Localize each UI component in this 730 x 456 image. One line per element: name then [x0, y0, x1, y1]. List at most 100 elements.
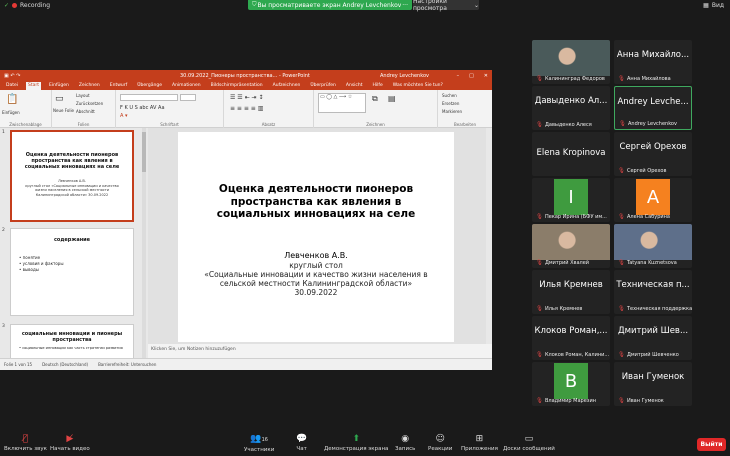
ribbon-group-label: Folien: [77, 122, 90, 127]
slide-title[interactable]: Оценка деятельности пионеров пространств…: [198, 183, 434, 221]
replace-button[interactable]: Ersetzen: [442, 101, 459, 106]
slide-scrollbar[interactable]: [486, 128, 492, 344]
new-slide-icon[interactable]: ▭: [55, 94, 64, 104]
mic-muted-icon: 🎙: [536, 352, 543, 358]
view-settings-button[interactable]: Настройки просмотра ⌄: [413, 0, 479, 12]
participant-label-text: Клоков Роман, Калини...: [544, 352, 610, 358]
select-button[interactable]: Markieren: [442, 109, 462, 114]
thumb-list: • социальные инновации как часть стратег…: [11, 345, 133, 351]
ribbon-group-label: Absatz: [261, 122, 276, 127]
mic-muted-icon: 🎙: [618, 76, 625, 82]
apps-icon: ⊞: [475, 434, 484, 444]
tab-animationen[interactable]: Animationen: [170, 82, 203, 90]
recording-indicator[interactable]: ✓ Recording: [4, 2, 50, 9]
reactions-button[interactable]: ☺ Реакции: [428, 434, 452, 452]
participant-label: 🎙 Владимир Марезин: [536, 398, 596, 404]
participant-label: 🎙 Анна Михайлова: [618, 76, 671, 82]
slide-author[interactable]: Левченков А.В.: [178, 251, 454, 261]
participants-button[interactable]: 👥16 Участники: [244, 434, 274, 453]
participant-tile[interactable]: Andrey Levche... 🎙 Andrey Levchenkov: [614, 86, 692, 130]
participant-tile[interactable]: 🎙 Tatyana Kuznetsova: [614, 224, 692, 268]
tab-entwurf[interactable]: Entwurf: [108, 82, 129, 90]
participant-tile[interactable]: 🎙 Калининград Федоров: [532, 40, 610, 84]
close-icon[interactable]: ✕: [484, 73, 488, 79]
font-color-icon[interactable]: A ▾: [120, 113, 128, 119]
mic-muted-icon: 🎙̸: [22, 434, 29, 444]
current-slide[interactable]: Оценка деятельности пионеров пространств…: [178, 132, 454, 342]
list-icons[interactable]: ☰ ☰ ⇤ ⇥ ↕: [230, 94, 263, 101]
find-button[interactable]: Suchen: [442, 93, 457, 98]
participant-tile[interactable]: Elena Kropinova: [532, 132, 610, 176]
leave-button[interactable]: Выйти: [697, 438, 726, 451]
tab-einfuegen[interactable]: Einfügen: [47, 82, 71, 90]
list-item: • социальные инновации как часть стратег…: [19, 346, 123, 350]
participant-tile[interactable]: Давыденко Ал... 🎙 Давыденко Алеся: [532, 86, 610, 130]
tab-datei[interactable]: Datei: [4, 82, 20, 90]
participant-tile[interactable]: Дмитрий Шев... 🎙 Дмитрий Шевченко: [614, 316, 692, 360]
reset-button[interactable]: Zurücksetzen: [76, 101, 103, 106]
tab-zeichnen[interactable]: Zeichnen: [77, 82, 102, 90]
participant-avatar: В: [554, 363, 588, 399]
participant-tile[interactable]: 🎙 Дмитрий Хвалей: [532, 224, 610, 268]
participant-tile[interactable]: I 🎙 Пекар Ирина (БФУ им...: [532, 178, 610, 222]
mic-muted-icon: 🎙: [536, 398, 543, 404]
thumbnails-scrollbar[interactable]: [142, 128, 146, 358]
participant-tile[interactable]: Илья Кремнев 🎙 Илья Кремнев: [532, 270, 610, 314]
more-icon[interactable]: ···: [402, 2, 408, 9]
participant-tile[interactable]: Сергей Орехов 🎙 Сергей Орехов: [614, 132, 692, 176]
font-name-select[interactable]: [120, 94, 178, 101]
ribbon-tabs: Datei Start Einfügen Zeichnen Entwurf Üb…: [0, 81, 492, 90]
tell-me-search[interactable]: Was möchten Sie tun?: [391, 82, 445, 90]
slide-thumbnail-2[interactable]: содержание • понятие • условия и факторы…: [10, 228, 134, 316]
participant-tile[interactable]: Анна Михайло... 🎙 Анна Михайлова: [614, 40, 692, 84]
slide-subtitle[interactable]: круглый стол «Социальные инновации и кач…: [198, 261, 434, 297]
language-status[interactable]: Deutsch (Deutschland): [42, 362, 88, 367]
participant-label-text: Дмитрий Шевченко: [626, 352, 679, 358]
unmute-button[interactable]: 🎙̸ Включить звук: [4, 434, 47, 452]
slide-thumbnail-3[interactable]: социальные инновации и пионеры пространс…: [10, 324, 134, 358]
quick-styles-icon[interactable]: ▤: [388, 94, 396, 103]
accessibility-status[interactable]: Barrierefreiheit: Untersuchen: [98, 362, 156, 367]
thumb-title: социальные инновации и пионеры пространс…: [21, 331, 123, 343]
tab-bildschirmpraesentation[interactable]: Bildschirmpräsentation: [209, 82, 265, 90]
start-video-button[interactable]: ▶̸ Начать видео: [50, 434, 90, 452]
chat-button[interactable]: 💬 Чат: [296, 434, 307, 452]
record-button[interactable]: ◉ Запись: [395, 434, 415, 452]
thumb-list: • понятие • условия и факторы • выводы: [11, 255, 133, 273]
section-button[interactable]: Abschnitt: [76, 109, 95, 114]
tab-hilfe[interactable]: Hilfe: [371, 82, 385, 90]
tab-aufzeichnen[interactable]: Aufzeichnen: [271, 82, 303, 90]
view-button[interactable]: ▦ Вид: [703, 2, 724, 9]
mic-muted-icon: 🎙: [536, 76, 543, 82]
apps-button[interactable]: ⊞ Приложения: [461, 434, 498, 452]
participant-tile[interactable]: Клоков Роман,... 🎙 Клоков Роман, Калини...: [532, 316, 610, 360]
tab-ueberpruefen[interactable]: Überprüfen: [308, 82, 338, 90]
participant-avatar: А: [636, 179, 670, 215]
font-format-icons[interactable]: F K U S abc AV Aa: [120, 105, 165, 111]
whiteboard-button[interactable]: ▭ Доски сообщений: [503, 434, 555, 452]
font-size-select[interactable]: [180, 94, 196, 101]
reactions-label: Реакции: [428, 446, 453, 452]
layout-button[interactable]: Layout: [76, 93, 90, 98]
scrollbar-thumb[interactable]: [142, 132, 146, 172]
notes-pane[interactable]: Klicken Sie, um Notizen hinzuzufügen: [148, 344, 492, 358]
participant-tile[interactable]: В 🎙 Владимир Марезин: [532, 362, 610, 406]
participant-tile[interactable]: Иван Гуменок 🎙 Иван Гуменок: [614, 362, 692, 406]
new-slide-button[interactable]: Neue Folie: [53, 108, 74, 113]
align-icons[interactable]: ≡ ≡ ≡ ≡ ▥: [230, 105, 263, 112]
ribbon-group-editing: Suchen Ersetzen Markieren Bearbeiten: [438, 90, 492, 128]
share-screen-button[interactable]: ⬆ Демонстрация экрана: [324, 434, 388, 452]
minimize-icon[interactable]: –: [457, 73, 460, 79]
tab-ansicht[interactable]: Ansicht: [344, 82, 365, 90]
participant-tile[interactable]: А 🎙 Алена Сабурина: [614, 178, 692, 222]
participant-label: 🎙 Клоков Роман, Калини...: [536, 352, 609, 358]
participant-tile[interactable]: Техническая п... 🎙 Техническая поддержка: [614, 270, 692, 314]
paste-button[interactable]: Einfügen: [2, 110, 20, 115]
tab-start[interactable]: Start: [26, 82, 42, 90]
tab-uebergaenge[interactable]: Übergänge: [135, 82, 164, 90]
paste-icon[interactable]: 📋: [6, 94, 18, 105]
maximize-icon[interactable]: □: [469, 73, 474, 79]
account-name[interactable]: Andrey Levchenkov: [380, 73, 429, 79]
slide-thumbnail-1[interactable]: Оценка деятельности пионеров пространств…: [10, 130, 134, 222]
arrange-icon[interactable]: ⧉: [372, 94, 378, 104]
